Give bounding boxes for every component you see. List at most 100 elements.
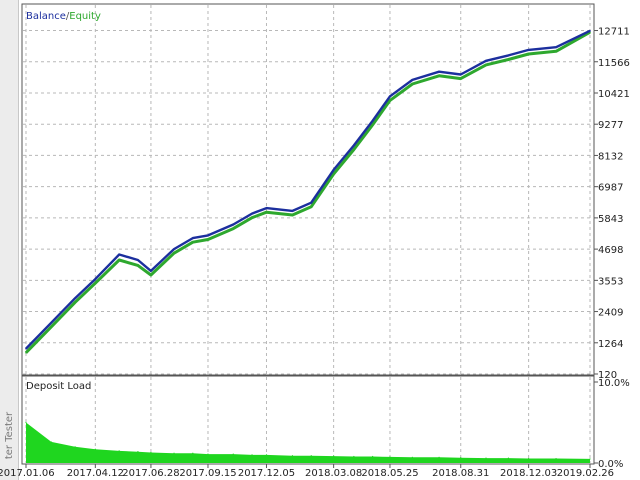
deposit-point-17: [372, 455, 374, 458]
point-balance-17: [371, 120, 374, 122]
point-equity-11: [251, 216, 253, 219]
point-equity-21: [459, 77, 462, 80]
point-balance-20: [438, 70, 440, 73]
point-balance-9: [207, 234, 209, 237]
main-ytick-label-9: 2409: [598, 308, 623, 319]
deposit-point-20: [438, 456, 440, 458]
point-equity-22: [485, 64, 487, 66]
deposit-point-8: [192, 452, 194, 454]
point-equity-19: [411, 83, 414, 85]
xtick-label-5: 2018.03.08: [305, 468, 362, 479]
point-equity-4: [118, 259, 120, 261]
point-balance-8: [192, 237, 194, 239]
deposit-point-15: [333, 455, 335, 457]
main-ytick-label-0: 12711: [598, 27, 630, 38]
xtick-label-3: 2017.09.15: [179, 468, 236, 479]
main-ytick-label-6: 5843: [598, 214, 623, 225]
deposit-point-25: [555, 457, 557, 460]
point-balance-15: [332, 169, 335, 171]
deposit-point-23: [507, 457, 509, 459]
point-equity-20: [438, 75, 440, 77]
point-equity-0: [25, 351, 27, 354]
legend-balance: Balance: [26, 11, 66, 22]
point-balance-2: [74, 297, 76, 299]
deposit-point-3: [94, 448, 96, 450]
point-equity-3: [94, 282, 97, 284]
deposit-ytick-label-0: 10.0%: [598, 378, 630, 389]
deposit-point-21: [460, 457, 462, 459]
point-equity-9: [207, 238, 209, 241]
xtick-label-1: 2017.04.12: [67, 468, 124, 479]
deposit-point-18: [389, 456, 391, 458]
deposit-point-0: [25, 421, 27, 424]
deposit-point-16: [353, 455, 355, 458]
point-balance-5: [137, 259, 139, 261]
legend-equity: Equity: [69, 11, 101, 22]
point-balance-23: [507, 54, 510, 57]
main-ytick-label-4: 8132: [598, 151, 623, 162]
main-ytick-label-10: 1264: [598, 339, 623, 350]
point-equity-2: [74, 301, 76, 304]
point-equity-23: [507, 58, 510, 61]
point-balance-12: [265, 207, 268, 209]
point-equity-13: [291, 214, 294, 216]
point-balance-6: [150, 270, 152, 272]
point-balance-26: [589, 30, 591, 32]
point-balance-19: [411, 79, 414, 81]
main-ytick-label-3: 9277: [598, 120, 623, 131]
xtick-label-7: 2018.08.31: [432, 468, 489, 479]
point-balance-16: [353, 144, 355, 147]
point-balance-14: [310, 201, 313, 204]
deposit-point-5: [137, 451, 139, 453]
deposit-point-1: [50, 441, 52, 443]
point-balance-7: [173, 248, 175, 250]
point-equity-1: [50, 326, 53, 328]
deposit-point-19: [411, 456, 413, 458]
point-equity-25: [555, 50, 557, 53]
main-ytick-label-1: 11566: [598, 58, 630, 69]
xtick-label-4: 2017.12.05: [238, 468, 295, 479]
deposit-point-13: [291, 455, 294, 457]
xtick-label-2: 2017.06.28: [122, 468, 179, 479]
deposit-point-7: [173, 452, 175, 454]
deposit-point-24: [528, 457, 530, 460]
deposit-point-22: [485, 457, 487, 459]
point-equity-15: [332, 173, 335, 175]
main-ytick-label-2: 10421: [598, 89, 630, 100]
point-balance-1: [50, 321, 53, 324]
deposit-point-26: [589, 458, 591, 460]
point-equity-8: [192, 241, 194, 244]
point-equity-12: [265, 211, 268, 214]
point-balance-25: [555, 46, 557, 48]
x-axis: 2017.01.06 2017.04.122017.06.28 2017.09.15…: [0, 464, 614, 479]
xtick-label-9: 2019.02.26: [557, 468, 614, 479]
point-equity-5: [137, 264, 139, 267]
point-equity-16: [353, 148, 355, 151]
point-equity-24: [527, 53, 530, 55]
point-balance-3: [94, 278, 97, 280]
deposit-point-2: [74, 446, 76, 448]
point-equity-14: [310, 205, 313, 208]
deposit-point-11: [251, 454, 253, 456]
point-balance-4: [118, 253, 120, 256]
point-balance-0: [25, 347, 27, 350]
deposit-load-title: Deposit Load: [26, 381, 91, 392]
main-y-axis: 12711 11566 10421 9277 8132 6987 5843 4698 3553 2…: [594, 27, 630, 381]
point-equity-17: [371, 124, 374, 126]
point-balance-13: [291, 210, 294, 212]
point-equity-18: [389, 99, 391, 102]
point-balance-22: [485, 60, 487, 62]
deposit-point-12: [265, 454, 268, 456]
deposit-point-14: [310, 455, 312, 457]
xtick-label-0: 2017.01.06: [0, 468, 55, 479]
point-equity-6: [150, 274, 152, 276]
deposit-point-9: [207, 453, 209, 455]
xtick-label-8: 2018.12.03: [500, 468, 557, 479]
point-balance-10: [232, 223, 235, 226]
deposit-y-axis: 10.0%0.0%: [594, 378, 630, 470]
point-balance-18: [389, 95, 391, 98]
point-balance-24: [527, 49, 530, 51]
deposit-point-6: [150, 451, 152, 454]
main-ytick-label-5: 6987: [598, 183, 623, 194]
tester-graph: 12711 11566 10421 9277 8132 6987 5843 4698 3553 2…: [0, 3, 630, 479]
